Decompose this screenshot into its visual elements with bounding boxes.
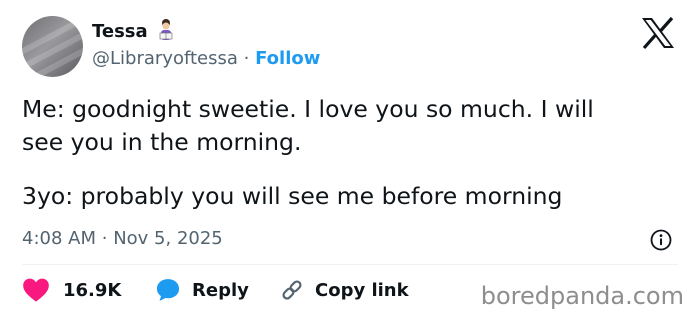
author-meta: @Libraryoftessa · Follow [92,48,320,69]
reply-button[interactable]: Reply [155,276,249,304]
divider [22,264,678,265]
author-name[interactable]: Tessa [92,21,148,42]
reply-label: Reply [192,279,249,301]
avatar[interactable] [22,16,83,77]
copy-link-label: Copy link [315,279,409,301]
author-handle[interactable]: @Libraryoftessa [92,48,238,69]
meta-separator: · [101,228,108,249]
post-text: Me: goodnight sweetie. I love you so muc… [22,93,682,213]
speech-bubble-icon [156,279,180,302]
post-line: Me: goodnight sweetie. I love you so muc… [22,95,594,123]
heart-icon [23,278,49,302]
post-line: 3yo: probably you will see me before mor… [22,182,563,210]
like-button[interactable]: 16.9K [22,276,121,304]
info-icon[interactable] [650,229,672,251]
follow-button[interactable]: Follow [255,48,320,69]
post-timestamp[interactable]: 4:08 AM · Nov 5, 2025 [22,228,223,249]
copy-link-button[interactable]: Copy link [280,276,409,304]
post-date: Nov 5, 2025 [113,228,223,249]
post-time: 4:08 AM [22,228,96,249]
x-logo-icon[interactable] [640,16,676,50]
woman-with-book-icon [159,19,173,40]
post-line: see you in the morning. [22,128,302,156]
handle-separator: · [243,48,250,69]
watermark: boredpanda.com [480,282,684,310]
like-count: 16.9K [63,279,122,301]
link-icon [282,280,302,300]
